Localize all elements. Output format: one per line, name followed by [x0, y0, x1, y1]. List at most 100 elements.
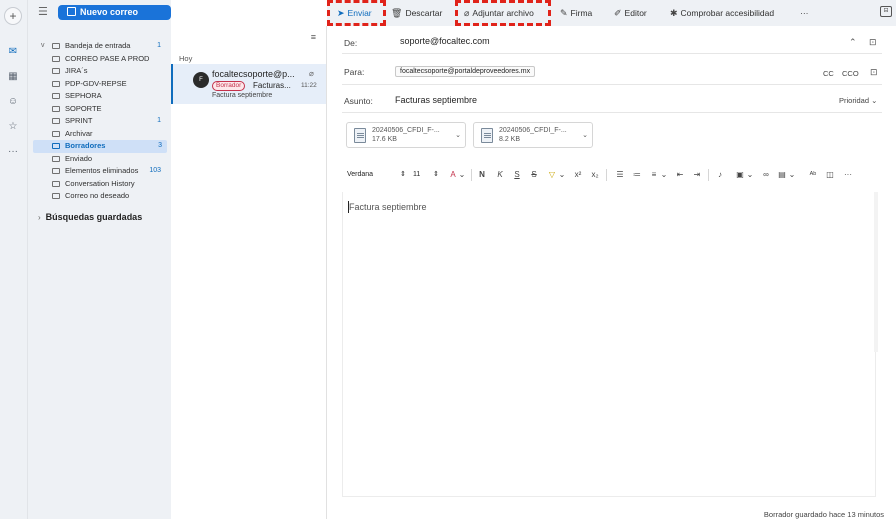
sidebar-item-label: Borradores — [65, 141, 106, 150]
folder-pane: ☰ Nuevo correo v Bandeja de entrada 1 CORRE… — [28, 0, 171, 519]
superscript-icon[interactable]: x² — [572, 169, 584, 181]
separator — [606, 169, 607, 181]
format-toolbar: Verdana ⇕ 11 ⇕ A ⌄ N K S S ▽ ⌄ x² x₂ ☰ ≔ ≡… — [344, 166, 874, 184]
calendar-icon[interactable]: ▦ — [6, 70, 20, 84]
sidebar-item-label: Bandeja de entrada — [65, 41, 131, 50]
filter-icon[interactable]: ≡ — [311, 32, 316, 42]
chevron-down-icon[interactable]: ⌄ — [660, 169, 668, 181]
divider — [342, 84, 882, 85]
folder-icon — [52, 55, 60, 62]
saved-searches[interactable]: › Búsquedas guardadas — [38, 212, 142, 222]
trash-icon — [52, 168, 60, 174]
scrollbar[interactable] — [874, 192, 878, 352]
highlight-icon[interactable]: ▽ — [546, 169, 558, 181]
sidebar-item-label: Archivar — [65, 128, 93, 138]
cco-button[interactable]: CCO — [842, 69, 859, 78]
more-options-button[interactable]: ··· — [800, 7, 809, 19]
message-preview: Factura septiembre — [212, 92, 273, 99]
bold-icon[interactable]: N — [476, 169, 488, 181]
list-item[interactable]: F focaltecsoporte@p... ⌀ Borrador Factur… — [171, 64, 326, 104]
microphone-icon[interactable]: ♪ — [714, 169, 726, 181]
attachment-card[interactable]: 20240506_CFDI_F-... 17.6 KB ⌄ — [346, 122, 466, 148]
italic-icon[interactable]: K — [494, 169, 506, 181]
chevron-down-icon[interactable]: ⌄ — [746, 169, 754, 181]
accessibility-button[interactable]: ✱ Comprobar accesibilidad — [670, 7, 774, 19]
signature-button[interactable]: ✎ Firma — [560, 7, 592, 19]
app-rail: + ✉ ▦ ☺ ☆ ··· — [0, 0, 28, 519]
sidebar-item-bandeja-de-entrada[interactable]: v Bandeja de entrada 1 — [28, 40, 171, 53]
discard-label: Descartar — [405, 8, 443, 18]
cc-button[interactable]: CC — [823, 69, 834, 78]
saved-searches-label: Búsquedas guardadas — [45, 212, 143, 222]
underline-icon[interactable]: S — [511, 169, 523, 181]
more-format-icon[interactable]: ··· — [841, 169, 855, 181]
font-size-value: 11 — [413, 171, 421, 178]
favorites-icon[interactable]: ☆ — [6, 120, 20, 134]
people-icon[interactable]: ☺ — [6, 95, 20, 109]
image-icon[interactable]: ▣ — [734, 169, 746, 181]
from-field[interactable]: soporte@focaltec.com — [400, 36, 490, 46]
font-size-select[interactable]: 11 ⇕ — [413, 169, 439, 181]
table-icon[interactable]: ▤ — [776, 169, 788, 181]
sidebar-item-archivar[interactable]: Archivar — [28, 128, 171, 141]
sidebar-item-conversation-history[interactable]: Conversation History — [28, 178, 171, 191]
subscript-icon[interactable]: x₂ — [589, 169, 601, 181]
chevron-down-icon[interactable]: ⌄ — [458, 169, 466, 181]
sidebar-item-correo-no-deseado[interactable]: Correo no deseado — [28, 190, 171, 203]
folder-icon — [52, 68, 60, 74]
attachment-card[interactable]: 20240506_CFDI_F-... 8.2 KB ⌄ — [473, 122, 593, 148]
sticker-icon[interactable]: ◫ — [824, 169, 836, 181]
sidebar-item-pdp-gdv-repse[interactable]: PDP-GDV-REPSE — [28, 78, 171, 91]
separator — [471, 169, 472, 181]
separator — [708, 169, 709, 181]
chevron-down-icon[interactable]: v — [41, 40, 45, 53]
sidebar-item-soporte[interactable]: SOPORTE — [28, 103, 171, 116]
discard-button[interactable]: 🗑 Descartar — [391, 7, 442, 19]
new-mail-button[interactable]: Nuevo correo — [58, 5, 171, 20]
pen-icon: ✎ — [560, 8, 568, 18]
collapse-icon[interactable]: ⌃ — [849, 37, 857, 48]
sidebar-item-label: SOPORTE — [65, 103, 102, 113]
link-icon[interactable]: ∞ — [760, 169, 772, 181]
sidebar-item-correo-pase-a-prod[interactable]: CORREO PASE A PROD — [28, 53, 171, 66]
address-book-icon[interactable]: ⊡ — [869, 37, 877, 48]
compose-pane: De: soporte@focaltec.com ⌃ ⊡ Para: focal… — [334, 26, 884, 519]
sidebar-item-borradores[interactable]: Borradores 3 — [33, 140, 167, 153]
align-icon[interactable]: ≡ — [648, 169, 660, 181]
subject-field[interactable]: Facturas septiembre — [395, 95, 477, 105]
sidebar-item-sprint[interactable]: SPRINT 1 — [28, 115, 171, 128]
indent-icon[interactable]: ⇥ — [691, 169, 703, 181]
numbered-list-icon[interactable]: ≔ — [631, 169, 643, 181]
font-select[interactable]: Verdana ⇕ — [344, 169, 406, 181]
popout-icon[interactable]: ⊟ — [880, 6, 892, 17]
sidebar-item-sephora[interactable]: SEPHORA — [28, 90, 171, 103]
chevron-down-icon[interactable]: ⌄ — [455, 131, 461, 139]
editor-button[interactable]: ✐ Editor — [614, 7, 647, 19]
message-body[interactable]: Factura septiembre — [342, 192, 876, 497]
chevron-down-icon[interactable]: ⌄ — [582, 131, 588, 139]
sidebar-item-label: Correo no deseado — [65, 191, 130, 200]
more-icon[interactable]: ··· — [6, 145, 20, 159]
priority-dropdown[interactable]: Prioridad ⌄ — [839, 96, 877, 105]
recipient-chip[interactable]: focaltecsoporte@portaldeproveedores.mx — [395, 66, 536, 77]
spellcheck-icon[interactable]: ᴬᵇ — [806, 169, 820, 181]
hamburger-icon[interactable]: ☰ — [38, 6, 50, 18]
font-name: Verdana — [347, 171, 374, 178]
folder-icon — [52, 105, 60, 112]
strikethrough-icon[interactable]: S — [528, 169, 540, 181]
folder-icon — [52, 93, 60, 99]
outdent-icon[interactable]: ⇤ — [674, 169, 686, 181]
sidebar-item-elementos-eliminados[interactable]: Elementos eliminados 103 — [28, 165, 171, 178]
plus-icon[interactable]: + — [4, 7, 22, 25]
mail-icon[interactable]: ✉ — [6, 45, 20, 59]
contacts-icon[interactable]: ⊡ — [870, 67, 878, 78]
sidebar-item-enviado[interactable]: Enviado — [28, 153, 171, 166]
folder-icon — [52, 118, 60, 124]
sidebar-item-label: SEPHORA — [65, 91, 102, 100]
from-label: De: — [344, 38, 358, 48]
chevron-down-icon[interactable]: ⌄ — [558, 169, 566, 181]
bullet-list-icon[interactable]: ☰ — [614, 169, 626, 181]
sidebar-item-jira-s[interactable]: JIRA´s — [28, 65, 171, 78]
chevron-down-icon[interactable]: ⌄ — [788, 169, 796, 181]
chevron-down-icon: ⌄ — [871, 96, 878, 105]
